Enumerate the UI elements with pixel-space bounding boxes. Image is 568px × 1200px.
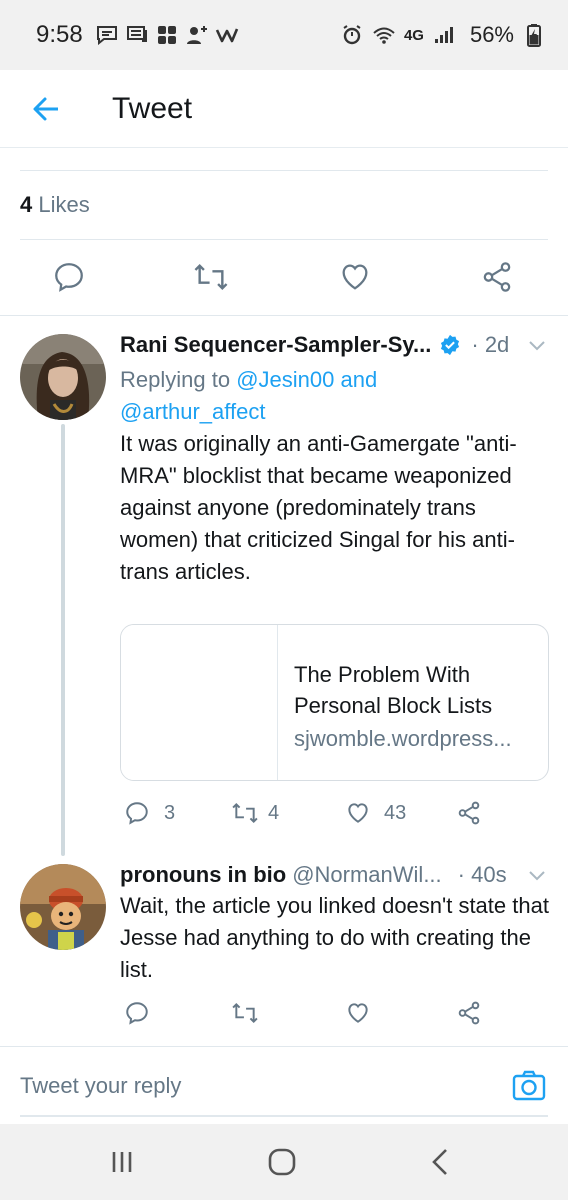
home-icon: [268, 1148, 296, 1176]
arrow-left-icon: [33, 97, 58, 120]
reply-button[interactable]: [52, 260, 86, 294]
reply-input-underline: [20, 1115, 548, 1117]
heart-icon: [348, 803, 368, 823]
retweet-count: 4: [268, 801, 280, 824]
home-button[interactable]: [262, 1146, 302, 1178]
replying-prefix: Replying to: [120, 367, 231, 392]
likes-count: 4: [20, 192, 33, 217]
like-button[interactable]: [344, 1000, 372, 1026]
avatar[interactable]: [20, 334, 106, 420]
battery-percent: 56%: [469, 22, 514, 47]
notification-icons: [95, 23, 239, 47]
heart-icon: [342, 264, 368, 290]
link-card[interactable]: The Problem With Personal Block Lists sj…: [120, 624, 549, 781]
share-icon: [458, 1001, 480, 1025]
reply-count: 3: [164, 801, 176, 824]
chat-icon: [125, 23, 149, 47]
card-body: The Problem With Personal Block Lists sj…: [278, 625, 534, 780]
chevron-down-icon[interactable]: [526, 864, 548, 886]
mention-link[interactable]: @arthur_affect: [120, 399, 265, 424]
author-name[interactable]: Rani Sequencer-Sampler-Sy...: [120, 332, 431, 358]
card-thumbnail: [121, 625, 278, 780]
retweet-button[interactable]: 4: [230, 800, 279, 826]
status-time: 9:58: [36, 21, 83, 48]
avatar[interactable]: [20, 864, 106, 950]
system-icons: 4G 56%: [340, 22, 546, 48]
reply-input[interactable]: Tweet your reply: [20, 1073, 181, 1099]
reply-icon: [55, 263, 83, 292]
retweet-icon: [194, 263, 228, 291]
reply-header: Rani Sequencer-Sampler-Sy... · 2d: [120, 332, 509, 358]
like-count: 43: [384, 801, 407, 824]
retweet-icon: [232, 1002, 258, 1024]
and-text: and: [340, 367, 378, 392]
tweet-text: Wait, the article you linked doesn't sta…: [120, 893, 549, 982]
reply-button[interactable]: 3: [124, 800, 175, 826]
back-button[interactable]: [26, 89, 66, 129]
alarm-icon: [340, 23, 364, 47]
verified-badge-icon: [439, 334, 461, 356]
recent-apps-button[interactable]: [102, 1146, 142, 1178]
divider: [0, 315, 568, 316]
message-icon: [95, 23, 119, 47]
likes-label: Likes: [38, 192, 90, 217]
share-button[interactable]: [456, 1000, 482, 1026]
reply-icon: [126, 802, 148, 825]
chevron-down-icon[interactable]: [526, 334, 548, 356]
retweet-button[interactable]: [230, 1000, 260, 1026]
page-title: Tweet: [112, 91, 193, 125]
mention-link[interactable]: @Jesin00: [236, 367, 334, 392]
like-button[interactable]: [338, 260, 372, 294]
divider: [20, 239, 548, 240]
card-title: The Problem With Personal Block Lists: [294, 662, 493, 718]
tweet-time: · 2d: [471, 332, 510, 357]
system-nav-bar: [0, 1124, 568, 1200]
status-bar: 9:58 4G 56%: [0, 0, 568, 70]
network-type: 4G: [403, 26, 424, 44]
wattpad-icon: [215, 23, 239, 47]
retweet-button[interactable]: [192, 260, 230, 294]
replying-to: Replying to @Jesin00 and @arthur_affect: [120, 364, 420, 428]
author-name[interactable]: pronouns in bio: [120, 862, 286, 888]
thread-line: [61, 424, 65, 856]
app-icon: [155, 23, 179, 47]
reply-header: pronouns in bio @NormanWil... · 40s: [120, 862, 507, 888]
back-nav-button[interactable]: [420, 1146, 460, 1178]
tweet-text: It was originally an anti-Gamergate "ant…: [120, 431, 517, 584]
like-button[interactable]: 43: [344, 800, 406, 826]
share-button[interactable]: [456, 800, 482, 826]
signal-icon: [432, 23, 456, 47]
retweet-icon: [232, 802, 258, 824]
recents-icon: [112, 1152, 132, 1172]
back-chevron-icon: [432, 1149, 447, 1175]
tweet-time: · 40s: [457, 862, 507, 887]
wifi-icon: [372, 23, 396, 47]
heart-icon: [348, 1003, 368, 1023]
author-handle[interactable]: @NormanWil...: [292, 862, 441, 888]
card-domain: sjwomble.wordpress...: [294, 726, 512, 751]
share-button[interactable]: [480, 260, 514, 294]
divider: [20, 170, 548, 171]
share-icon: [483, 262, 511, 292]
likes-summary[interactable]: 4 Likes: [20, 192, 90, 218]
reply-icon: [126, 1002, 148, 1025]
battery-charging-icon: [522, 23, 546, 47]
add-person-icon: [185, 23, 209, 47]
reply-button[interactable]: [124, 1000, 150, 1026]
top-app-bar: Tweet: [0, 70, 568, 148]
camera-icon[interactable]: [512, 1069, 546, 1103]
share-icon: [458, 801, 480, 825]
reply-composer: Tweet your reply: [0, 1046, 568, 1124]
